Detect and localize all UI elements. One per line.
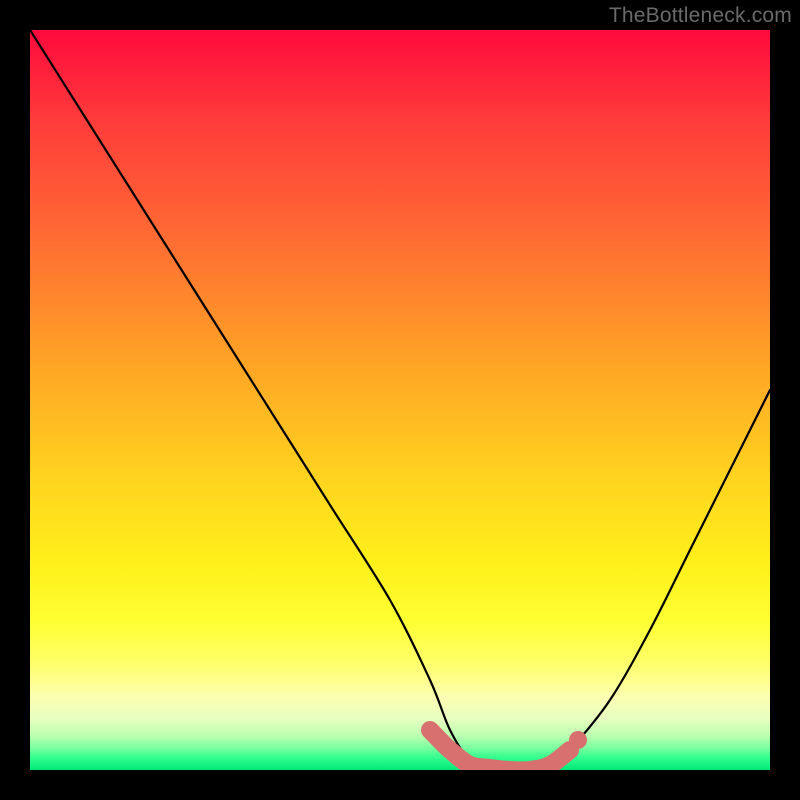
watermark-text: TheBottleneck.com [609, 4, 792, 28]
highlight-segment [430, 730, 570, 770]
v-curve-path [30, 30, 770, 770]
bottleneck-curve [30, 30, 770, 770]
highlight-end-marker-icon [569, 731, 587, 749]
chart-frame: TheBottleneck.com [0, 0, 800, 800]
chart-plot-area [30, 30, 770, 770]
